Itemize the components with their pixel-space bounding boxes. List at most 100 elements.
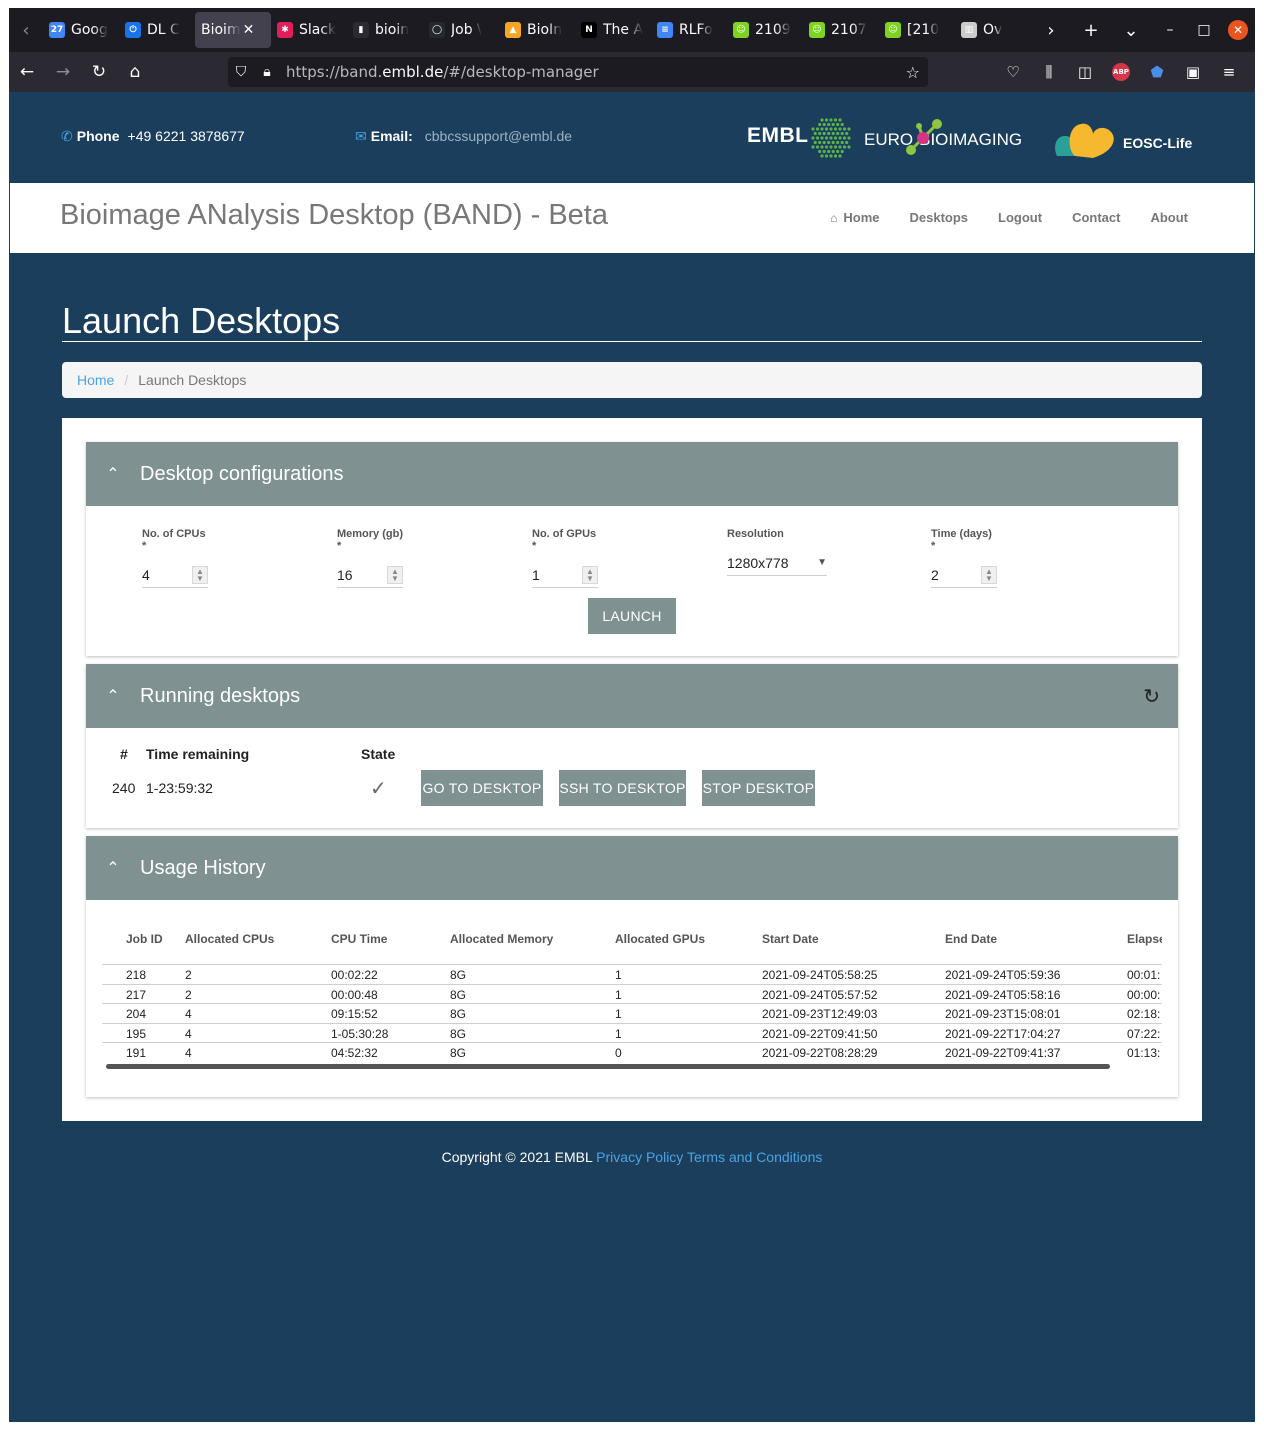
menu-icon[interactable]: ≡ — [1211, 52, 1247, 92]
cpus-stepper[interactable]: ▲ ▼ — [192, 565, 208, 584]
chevron-up-icon[interactable]: ⌃ — [86, 858, 140, 878]
browser-tab[interactable]: ▮ bioin — [347, 12, 423, 48]
nav-logout[interactable]: Logout — [998, 210, 1042, 225]
history-column-header[interactable]: Elapse — [1127, 932, 1162, 946]
history-column-header[interactable]: Allocated Memory — [450, 932, 553, 946]
table-cell: 09:15:52 — [331, 1007, 378, 1021]
memory-stepper[interactable]: ▲ ▼ — [387, 565, 403, 584]
gpus-input[interactable]: 1 ▲ ▼ — [532, 562, 598, 588]
shield-icon[interactable]: ⛉ — [228, 64, 254, 80]
tabs-scroll-right-button[interactable]: › — [1031, 8, 1071, 52]
running-desktops-header[interactable]: ⌃ Running desktops ↻ — [86, 664, 1178, 728]
chevron-up-icon[interactable]: ⌃ — [86, 686, 140, 706]
browser-tab[interactable]: ▥ Ov — [955, 12, 1031, 48]
forward-button[interactable]: → — [45, 52, 81, 92]
running-desktops-panel: ⌃ Running desktops ↻ # Time remaining St… — [86, 664, 1178, 828]
table-cell: 2021-09-24T05:58:25 — [762, 968, 878, 982]
table-cell: 2 — [185, 968, 192, 982]
time-input[interactable]: 2 ▲ ▼ — [931, 562, 997, 588]
close-icon: ✕ — [1228, 20, 1248, 40]
memory-input[interactable]: 16 ▲ ▼ — [337, 562, 403, 588]
resolution-field: Resolution 1280x778 ▼ — [727, 528, 827, 576]
close-tab-icon[interactable]: ✕ — [243, 22, 255, 38]
bookmark-star-icon[interactable]: ☆ — [906, 63, 920, 82]
gpus-value: 1 — [532, 566, 540, 583]
stop-desktop-button[interactable]: STOP DESKTOP — [702, 770, 815, 806]
tabs-scroll-left-button[interactable]: ‹ — [9, 8, 43, 52]
usage-history-header[interactable]: ⌃ Usage History — [86, 836, 1178, 900]
browser-tab[interactable]: Bioim ✕ — [195, 12, 271, 48]
site-brand[interactable]: Bioimage ANalysis Desktop (BAND) - Beta — [60, 199, 608, 232]
browser-tab[interactable]: ☺ 2109 — [727, 12, 803, 48]
cpus-label: No. of CPUs * — [142, 528, 206, 552]
back-button[interactable]: ← — [9, 52, 45, 92]
desktop-config-header[interactable]: ⌃ Desktop configurations — [86, 442, 1178, 506]
refresh-icon[interactable]: ↻ — [1143, 684, 1160, 709]
nav-home[interactable]: ⌂ Home — [830, 210, 879, 225]
cpus-input[interactable]: 4 ▲ ▼ — [142, 562, 208, 588]
gpus-stepper[interactable]: ▲ ▼ — [582, 565, 598, 584]
embl-logo[interactable]: EMBL — [747, 124, 809, 148]
adblock-icon[interactable]: ABP — [1103, 52, 1139, 92]
url-text[interactable]: https://band.embl.de/#/desktop-manager — [286, 63, 599, 81]
title-divider — [62, 341, 1202, 342]
usage-history-table[interactable]: Job ID Allocated CPUs CPU Time Allocated Me… — [102, 924, 1162, 1074]
tab-strip: ‹ 27 Goog ⏻ DL C Bioim ✕ ✱ Slack ▮ bioin ◯ Job \ ▲ Bi… — [9, 8, 1255, 52]
list-tabs-button[interactable]: ⌄ — [1111, 8, 1151, 52]
browser-tab[interactable]: ≡ RLFo — [651, 12, 727, 48]
history-column-header[interactable]: Job ID — [126, 932, 163, 946]
new-tab-button[interactable]: + — [1071, 8, 1111, 52]
logo-dot — [833, 118, 838, 122]
browser-tab[interactable]: ☺ [210 — [879, 12, 955, 48]
browser-tab[interactable]: 27 Goog — [43, 12, 119, 48]
pocket-icon[interactable]: ♡ — [995, 52, 1031, 92]
calendar-icon: 27 — [49, 22, 65, 38]
logo-dot — [847, 136, 851, 140]
browser-tab[interactable]: ▲ BioIn — [499, 12, 575, 48]
time-stepper[interactable]: ▲ ▼ — [981, 565, 997, 584]
maximize-button[interactable]: □ — [1187, 8, 1221, 52]
history-column-header[interactable]: End Date — [945, 932, 997, 946]
logo-dot — [838, 127, 842, 131]
breadcrumb-home-link[interactable]: Home — [77, 372, 114, 388]
logo-dot — [829, 118, 833, 122]
history-column-header[interactable]: CPU Time — [331, 932, 387, 946]
nav-desktops[interactable]: Desktops — [909, 210, 968, 225]
table-cell: 8G — [450, 1046, 467, 1060]
logo-dot — [822, 140, 826, 145]
ssh-to-desktop-button[interactable]: SSH TO DESKTOP — [559, 770, 686, 806]
reload-button[interactable]: ↻ — [81, 52, 117, 92]
browser-tab[interactable]: ☺ 2107 — [803, 12, 879, 48]
eosc-life-logo[interactable]: EOSC-Life — [1123, 135, 1192, 151]
email-link[interactable]: cbbcssupport@embl.de — [425, 128, 572, 144]
home-button[interactable]: ⌂ — [117, 52, 153, 92]
launch-button[interactable]: LAUNCH — [588, 598, 676, 634]
media-extension-icon[interactable]: ▣ — [1175, 52, 1211, 92]
minimize-button[interactable]: – — [1153, 8, 1187, 52]
tab-title: Job \ — [451, 22, 482, 38]
library-icon[interactable]: ⫼ — [1031, 52, 1067, 92]
sidebar-icon[interactable]: ◫ — [1067, 52, 1103, 92]
browser-tab[interactable]: N The A — [575, 12, 651, 48]
nav-about[interactable]: About — [1150, 210, 1188, 225]
close-window-button[interactable]: ✕ — [1221, 8, 1255, 52]
resolution-select[interactable]: 1280x778 ▼ — [727, 550, 827, 576]
horizontal-scrollbar[interactable] — [106, 1064, 1110, 1069]
history-column-header[interactable]: Start Date — [762, 932, 819, 946]
extension-shield-icon[interactable]: ⬟ — [1139, 52, 1175, 92]
github-icon: ◯ — [429, 22, 445, 38]
nav-contact[interactable]: Contact — [1072, 210, 1120, 225]
browser-tab[interactable]: ✱ Slack — [271, 12, 347, 48]
history-column-header[interactable]: Allocated GPUs — [615, 932, 705, 946]
logo-dot — [838, 154, 842, 158]
history-column-header[interactable]: Allocated CPUs — [185, 932, 274, 946]
browser-tab[interactable]: ⏻ DL C — [119, 12, 195, 48]
lock-icon[interactable]: 🔒︎ — [254, 64, 280, 80]
privacy-policy-link[interactable]: Privacy Policy — [596, 1149, 683, 1165]
chevron-up-icon[interactable]: ⌃ — [86, 464, 140, 484]
table-cell: 1 — [615, 968, 622, 982]
browser-tab[interactable]: ◯ Job \ — [423, 12, 499, 48]
go-to-desktop-button[interactable]: GO TO DESKTOP — [421, 770, 543, 806]
url-bar[interactable]: ⛉ 🔒︎ https://band.embl.de/#/desktop-mana… — [228, 57, 928, 87]
terms-link[interactable]: Terms and Conditions — [687, 1149, 822, 1165]
